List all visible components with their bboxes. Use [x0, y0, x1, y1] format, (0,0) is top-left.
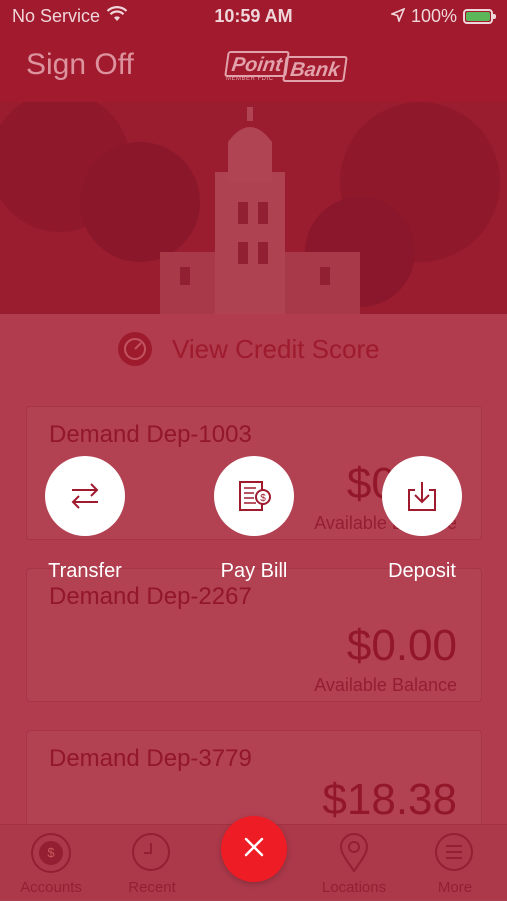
close-button[interactable] — [221, 816, 287, 882]
pay-bill-action[interactable]: $ Pay Bill — [174, 456, 334, 596]
transfer-arrows-icon[interactable] — [45, 456, 125, 536]
close-icon — [243, 836, 265, 863]
bill-icon[interactable]: $ — [214, 456, 294, 536]
deposit-label: Deposit — [388, 560, 456, 582]
deposit-action[interactable]: Deposit — [342, 456, 502, 596]
transfer-label: Transfer — [48, 560, 122, 582]
deposit-tray-icon[interactable] — [382, 456, 462, 536]
pay-bill-label: Pay Bill — [220, 560, 288, 582]
svg-text:$: $ — [260, 493, 266, 504]
quick-actions-overlay[interactable] — [0, 0, 507, 900]
transfer-action[interactable]: Transfer — [5, 456, 165, 596]
